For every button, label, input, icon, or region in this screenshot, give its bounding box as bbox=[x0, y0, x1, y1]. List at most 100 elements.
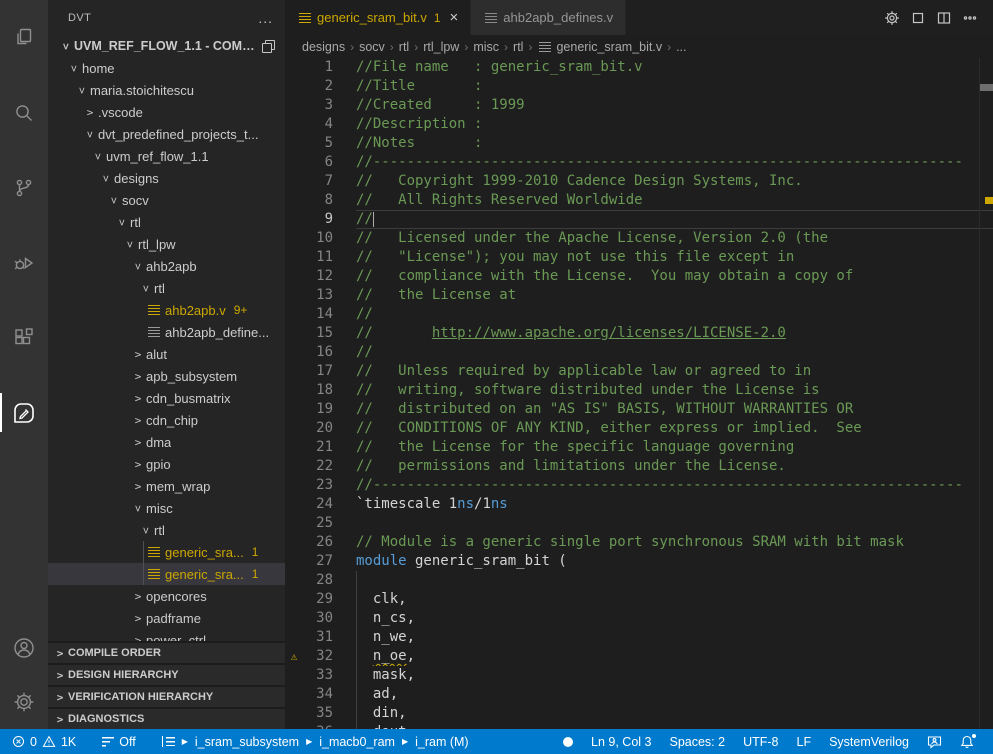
code-line[interactable]: 16// bbox=[285, 343, 993, 362]
tab-generic-sram-bit[interactable]: generic_sram_bit.v 1 × bbox=[285, 0, 471, 35]
tab-ahb2apb-defines[interactable]: ahb2apb_defines.v bbox=[471, 0, 626, 35]
tree-item[interactable]: >power_ctrl bbox=[48, 629, 285, 641]
code-editor[interactable]: 1//File name : generic_sram_bit.v2//Titl… bbox=[285, 58, 993, 729]
code-line[interactable]: 26// Module is a generic single port syn… bbox=[285, 533, 993, 552]
tree-item[interactable]: >home bbox=[48, 57, 285, 79]
tree-item[interactable]: >cdn_chip bbox=[48, 409, 285, 431]
panel-header-verification-hierarchy[interactable]: > VERIFICATION HIERARCHY bbox=[48, 685, 285, 707]
tree-item[interactable]: >ahb2apb bbox=[48, 255, 285, 277]
problems-status[interactable]: 0 1K bbox=[6, 729, 82, 754]
eol-status[interactable]: LF bbox=[788, 729, 821, 754]
busy-indicator[interactable] bbox=[554, 729, 582, 754]
encoding-status[interactable]: UTF-8 bbox=[734, 729, 787, 754]
tree-item[interactable]: >rtl bbox=[48, 277, 285, 299]
tree-item[interactable]: >designs bbox=[48, 167, 285, 189]
panel-header-compile-order[interactable]: > COMPILE ORDER bbox=[48, 641, 285, 663]
tree-item[interactable]: >socv bbox=[48, 189, 285, 211]
code-line[interactable]: 10// Licensed under the Apache License, … bbox=[285, 229, 993, 248]
run-debug-icon[interactable] bbox=[0, 225, 48, 300]
linting-status[interactable]: Off bbox=[96, 729, 141, 754]
code-line[interactable]: 33 mask, bbox=[285, 666, 993, 685]
tree-item[interactable]: >rtl_lpw bbox=[48, 233, 285, 255]
code-line[interactable]: 27module generic_sram_bit ( bbox=[285, 552, 993, 571]
cursor-position[interactable]: Ln 9, Col 3 bbox=[582, 729, 660, 754]
code-line[interactable]: 24`timescale 1ns/1ns bbox=[285, 495, 993, 514]
code-line[interactable]: 8// All Rights Reserved Worldwide bbox=[285, 191, 993, 210]
breadcrumb-item[interactable]: rtl bbox=[513, 40, 523, 54]
breadcrumb-item[interactable]: rtl bbox=[399, 40, 409, 54]
tree-item[interactable]: >.vscode bbox=[48, 101, 285, 123]
split-editor-icon[interactable] bbox=[931, 5, 957, 31]
code-line[interactable]: ⚠32 n_oe, bbox=[285, 647, 993, 666]
code-line[interactable]: 2//Title : bbox=[285, 77, 993, 96]
code-line[interactable]: 14// bbox=[285, 305, 993, 324]
breadcrumb-item[interactable]: rtl_lpw bbox=[423, 40, 459, 54]
code-line[interactable]: 19// distributed on an "AS IS" BASIS, WI… bbox=[285, 400, 993, 419]
tree-item[interactable]: >uvm_ref_flow_1.1 bbox=[48, 145, 285, 167]
tree-item[interactable]: >dma bbox=[48, 431, 285, 453]
code-line[interactable]: 30 n_cs, bbox=[285, 609, 993, 628]
indentation-status[interactable]: Spaces: 2 bbox=[660, 729, 734, 754]
code-line[interactable]: 3//Created : 1999 bbox=[285, 96, 993, 115]
tree-item[interactable]: ahb2apb.v9+ bbox=[48, 299, 285, 321]
code-line[interactable]: 13// the License at bbox=[285, 286, 993, 305]
tree-item[interactable]: >opencores bbox=[48, 585, 285, 607]
source-control-icon[interactable] bbox=[0, 150, 48, 225]
code-line[interactable]: 23//------------------------------------… bbox=[285, 476, 993, 495]
breadcrumb-item[interactable]: ... bbox=[676, 40, 686, 54]
scrollbar[interactable] bbox=[979, 58, 993, 729]
tree-item[interactable]: >gpio bbox=[48, 453, 285, 475]
tree-item[interactable]: generic_sra...1 bbox=[48, 541, 285, 563]
panel-header-diagnostics[interactable]: > DIAGNOSTICS bbox=[48, 707, 285, 729]
extensions-icon[interactable] bbox=[0, 300, 48, 375]
code-line[interactable]: 34 ad, bbox=[285, 685, 993, 704]
code-line[interactable]: 31 n_we, bbox=[285, 628, 993, 647]
settings-gear-icon[interactable] bbox=[879, 5, 905, 31]
search-icon[interactable] bbox=[0, 75, 48, 150]
close-icon[interactable]: × bbox=[450, 10, 459, 25]
explorer-icon[interactable] bbox=[0, 0, 48, 75]
tree-item[interactable]: >padframe bbox=[48, 607, 285, 629]
code-line[interactable]: 36 dout bbox=[285, 723, 993, 729]
code-line[interactable]: 7// Copyright 1999-2010 Cadence Design S… bbox=[285, 172, 993, 191]
breadcrumb-item[interactable]: misc bbox=[473, 40, 499, 54]
tree-item[interactable]: >UVM_REF_FLOW_1.1 - COMPILED ... bbox=[48, 35, 285, 57]
dvt-icon[interactable] bbox=[0, 375, 48, 450]
more-actions-icon[interactable] bbox=[957, 5, 983, 31]
feedback-icon[interactable] bbox=[918, 729, 951, 754]
tree-item[interactable]: >apb_subsystem bbox=[48, 365, 285, 387]
panel-header-design-hierarchy[interactable]: > DESIGN HIERARCHY bbox=[48, 663, 285, 685]
code-line[interactable]: 18// writing, software distributed under… bbox=[285, 381, 993, 400]
tree-item[interactable]: >misc bbox=[48, 497, 285, 519]
code-line[interactable]: 15// http://www.apache.org/licenses/LICE… bbox=[285, 324, 993, 343]
breadcrumb-item[interactable]: generic_sram_bit.v bbox=[556, 40, 662, 54]
status-hierarchy[interactable]: ▶i_sram_subsystem▶i_macb0_ram▶i_ram (M) bbox=[156, 729, 475, 754]
code-line[interactable]: 9// bbox=[285, 210, 993, 229]
code-line[interactable]: 29 clk, bbox=[285, 590, 993, 609]
language-mode[interactable]: SystemVerilog bbox=[820, 729, 918, 754]
code-line[interactable]: 25 bbox=[285, 514, 993, 533]
tree-item[interactable]: >cdn_busmatrix bbox=[48, 387, 285, 409]
settings-gear-icon[interactable] bbox=[0, 675, 48, 729]
breadcrumb-item[interactable]: designs bbox=[302, 40, 345, 54]
code-line[interactable]: 21// the License for the specific langua… bbox=[285, 438, 993, 457]
code-line[interactable]: 35 din, bbox=[285, 704, 993, 723]
code-line[interactable]: 1//File name : generic_sram_bit.v bbox=[285, 58, 993, 77]
tree-item[interactable]: >mem_wrap bbox=[48, 475, 285, 497]
code-line[interactable]: 28 bbox=[285, 571, 993, 590]
code-line[interactable]: 22// permissions and limitations under t… bbox=[285, 457, 993, 476]
account-icon[interactable] bbox=[0, 621, 48, 675]
duplicate-icon[interactable] bbox=[262, 40, 275, 53]
square-icon[interactable] bbox=[905, 5, 931, 31]
tree-item[interactable]: >rtl bbox=[48, 211, 285, 233]
code-line[interactable]: 12// compliance with the License. You ma… bbox=[285, 267, 993, 286]
breadcrumb-item[interactable]: socv bbox=[359, 40, 385, 54]
code-line[interactable]: 5//Notes : bbox=[285, 134, 993, 153]
tree-item[interactable]: >alut bbox=[48, 343, 285, 365]
code-line[interactable]: 20// CONDITIONS OF ANY KIND, either expr… bbox=[285, 419, 993, 438]
scrollbar-thumb[interactable] bbox=[980, 84, 993, 91]
tree-item[interactable]: generic_sra...1 bbox=[48, 563, 285, 585]
tree-item[interactable]: ahb2apb_define... bbox=[48, 321, 285, 343]
more-actions-icon[interactable]: ... bbox=[258, 10, 273, 26]
notifications-bell[interactable] bbox=[951, 729, 983, 754]
